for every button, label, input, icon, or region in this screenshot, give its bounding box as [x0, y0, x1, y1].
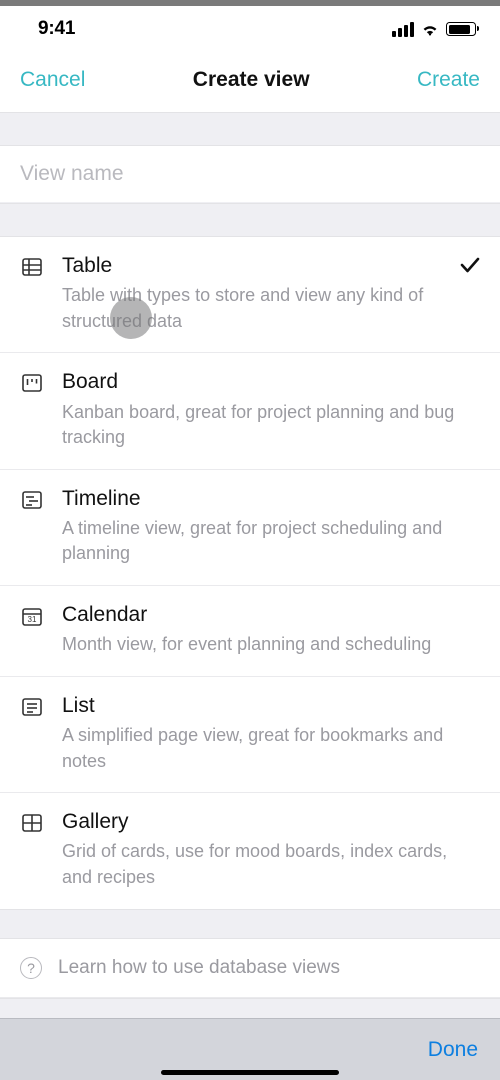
keyboard-accessory: Done [0, 1018, 500, 1080]
view-type-list: Table Table with types to store and view… [0, 237, 500, 909]
page-title: Create view [193, 68, 310, 92]
svg-text:31: 31 [28, 615, 37, 624]
status-time: 9:41 [38, 18, 75, 40]
create-button[interactable]: Create [417, 68, 480, 92]
help-icon: ? [20, 957, 42, 979]
option-desc: Table with types to store and view any k… [62, 283, 472, 334]
list-icon [20, 695, 46, 774]
option-title: Timeline [62, 486, 480, 512]
section-gap [0, 203, 500, 237]
learn-link[interactable]: ? Learn how to use database views [0, 939, 500, 998]
section-gap [0, 112, 500, 146]
option-desc: Month view, for event planning and sched… [62, 632, 472, 658]
calendar-icon: 31 [20, 604, 46, 658]
done-button[interactable]: Done [428, 1038, 478, 1062]
option-gallery[interactable]: Gallery Grid of cards, use for mood boar… [0, 793, 500, 908]
checkmark-icon [458, 253, 482, 282]
battery-icon [446, 22, 476, 36]
cancel-button[interactable]: Cancel [20, 68, 85, 92]
option-title: Board [62, 369, 480, 395]
option-desc: Kanban board, great for project planning… [62, 400, 472, 451]
cell-signal-icon [392, 22, 414, 37]
nav-bar: Cancel Create view Create [0, 48, 500, 112]
option-desc: A timeline view, great for project sched… [62, 516, 472, 567]
option-desc: Grid of cards, use for mood boards, inde… [62, 839, 472, 890]
option-list[interactable]: List A simplified page view, great for b… [0, 677, 500, 793]
timeline-icon [20, 488, 46, 567]
option-title: List [62, 693, 480, 719]
option-board[interactable]: Board Kanban board, great for project pl… [0, 353, 500, 469]
option-title: Calendar [62, 602, 480, 628]
learn-label: Learn how to use database views [58, 957, 340, 979]
status-bar: 9:41 [0, 6, 500, 48]
option-timeline[interactable]: Timeline A timeline view, great for proj… [0, 470, 500, 586]
section-gap [0, 909, 500, 939]
board-icon [20, 371, 46, 450]
view-name-input[interactable] [20, 162, 480, 186]
wifi-icon [420, 22, 440, 37]
gallery-icon [20, 811, 46, 890]
option-table[interactable]: Table Table with types to store and view… [0, 237, 500, 353]
option-title: Table [62, 253, 480, 279]
option-calendar[interactable]: 31 Calendar Month view, for event planni… [0, 586, 500, 677]
option-desc: A simplified page view, great for bookma… [62, 723, 472, 774]
status-indicators [392, 22, 476, 37]
option-title: Gallery [62, 809, 480, 835]
view-name-row[interactable] [0, 146, 500, 203]
table-icon [20, 255, 46, 334]
home-indicator [161, 1070, 339, 1075]
